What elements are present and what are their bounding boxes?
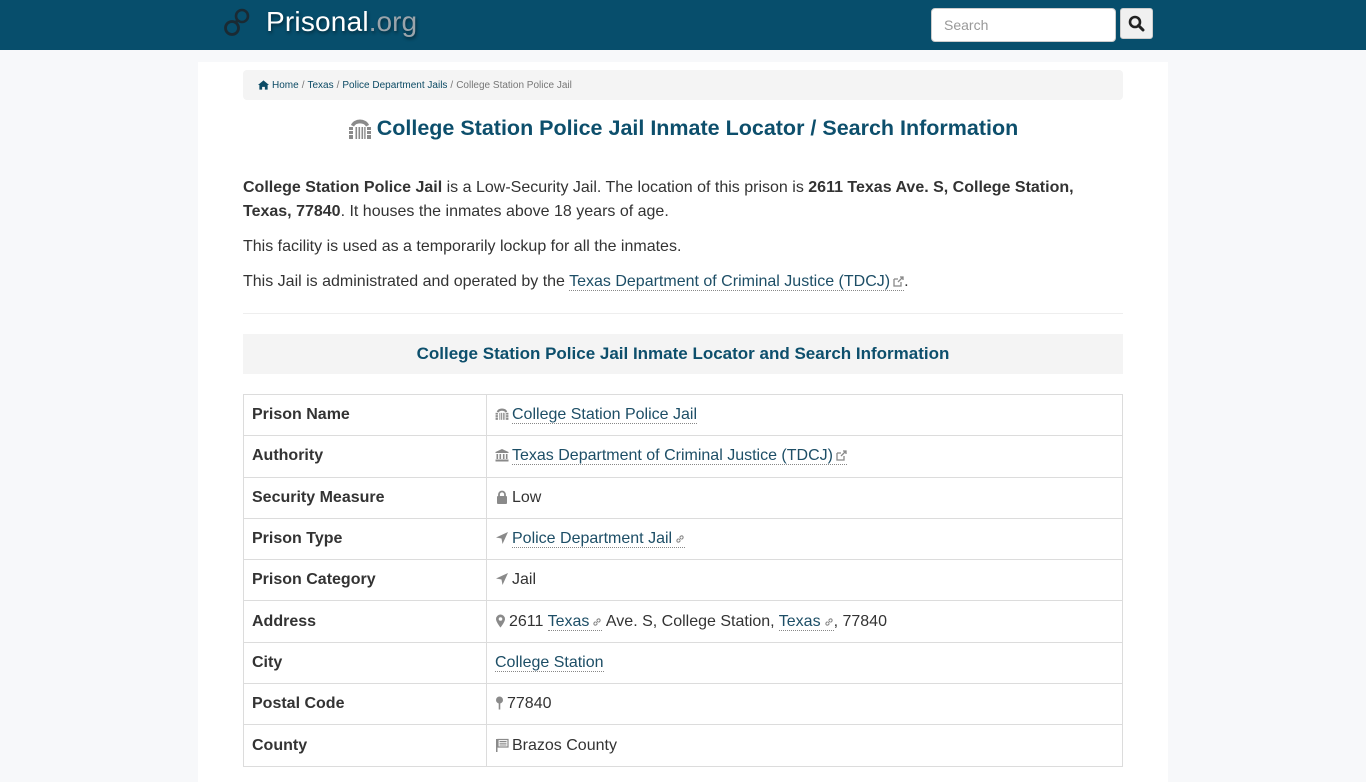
lock-icon (497, 490, 507, 504)
home-icon (258, 80, 269, 90)
county-value: Brazos County (512, 736, 617, 754)
row-label: Authority (243, 435, 487, 478)
intro-text: College Station Police Jail is a Low-Sec… (243, 176, 1123, 305)
table-row: City College Station (243, 641, 1123, 685)
prison-gate-icon (348, 119, 371, 139)
search-input[interactable] (931, 8, 1116, 42)
breadcrumb-separator: / (336, 79, 340, 91)
authority-link[interactable]: Texas Department of Criminal Justice (TD… (512, 447, 847, 466)
row-value: College Station Police Jail (486, 393, 1123, 437)
breadcrumb-home[interactable]: Home (272, 80, 299, 91)
prison-type-text: Police Department Jail (512, 530, 673, 548)
table-row: Address 2611 Texas Ave. S, College Stati… (243, 600, 1123, 643)
external-link-icon (893, 276, 904, 287)
link-icon (676, 535, 684, 543)
search-icon (1128, 15, 1145, 32)
row-label: Security Measure (243, 476, 487, 519)
address-zip: , 77840 (833, 612, 887, 630)
postal-code-value: 77840 (507, 695, 552, 713)
breadcrumb-current: College Station Police Jail (456, 79, 572, 91)
brand-tld: .org (368, 6, 418, 37)
search-button[interactable] (1120, 8, 1153, 39)
brand-name: Prisonal (266, 6, 369, 37)
breadcrumb: Home / Texas / Police Department Jails /… (243, 70, 1123, 100)
row-label: Prison Name (243, 393, 487, 437)
intro-paragraph-3: This Jail is administrated and operated … (243, 270, 1123, 294)
address-street-number: 2611 (509, 612, 548, 630)
tdcj-link[interactable]: Texas Department of Criminal Justice (TD… (569, 273, 905, 291)
link-icon (824, 617, 833, 626)
row-label: City (243, 641, 487, 685)
prison-gate-icon (495, 408, 509, 420)
intro-text-segment: . (904, 273, 909, 290)
row-value: Brazos County (486, 724, 1123, 767)
row-value: Texas Department of Criminal Justice (TD… (486, 435, 1123, 478)
row-label: Postal Code (243, 683, 487, 726)
map-marker-icon (496, 614, 505, 628)
address-texas-text: Texas (547, 612, 590, 630)
breadcrumb-separator: / (450, 79, 454, 91)
link-icon (593, 617, 602, 626)
external-link-icon (836, 450, 847, 462)
security-measure-value: Low (512, 488, 542, 506)
location-arrow-icon (496, 532, 508, 545)
row-value: Police Department Jail (486, 517, 1123, 561)
intro-text-segment: This Jail is administrated and operated … (243, 273, 570, 290)
row-label: Prison Type (243, 517, 487, 561)
row-label: Address (243, 600, 487, 643)
prison-info-table: Prison Name College Station Police Jail … (243, 393, 1123, 767)
breadcrumb-texas[interactable]: Texas (307, 80, 333, 91)
breadcrumb-separator: / (301, 79, 305, 91)
navbar: Prisonal .org (0, 0, 1366, 50)
row-value: 77840 (486, 683, 1123, 726)
institution-icon (495, 449, 509, 462)
prison-type-link[interactable]: Police Department Jail (512, 530, 686, 549)
address-state-text: Texas (778, 612, 821, 630)
intro-paragraph-1: College Station Police Jail is a Low-Sec… (243, 176, 1123, 224)
page-title: College Station Police Jail Inmate Locat… (243, 116, 1123, 141)
table-row: Authority Texas Department of Criminal J… (243, 435, 1123, 478)
divider (243, 313, 1123, 314)
prison-category-value: Jail (512, 571, 537, 589)
row-value: College Station (486, 641, 1123, 685)
section-heading: College Station Police Jail Inmate Locat… (243, 334, 1123, 374)
handcuffs-icon (224, 8, 250, 36)
address-texas-link[interactable]: Texas (547, 612, 603, 631)
breadcrumb-police-department-jails[interactable]: Police Department Jails (342, 80, 447, 91)
intro-text-segment: is a Low-Security Jail. The location of … (442, 179, 809, 196)
page-title-text: College Station Police Jail Inmate Locat… (376, 116, 1019, 140)
authority-link-text: Texas Department of Criminal Justice (TD… (512, 447, 833, 465)
row-value: Jail (486, 559, 1123, 602)
address-street-city: Ave. S, College Station, (602, 612, 779, 630)
row-value: Low (486, 476, 1123, 519)
row-value: 2611 Texas Ave. S, College Station, Texa… (486, 600, 1123, 643)
table-row: Postal Code 77840 (243, 683, 1123, 726)
prison-name-bold: College Station Police Jail (243, 179, 443, 196)
brand-logo-link[interactable]: Prisonal .org (221, 6, 417, 38)
table-row: County Brazos County (243, 724, 1123, 767)
intro-paragraph-2: This facility is used as a temporarily l… (243, 238, 682, 255)
city-link[interactable]: College Station (495, 653, 604, 672)
row-label: County (243, 724, 487, 767)
map-pin-icon (496, 696, 503, 710)
prison-name-link[interactable]: College Station Police Jail (512, 406, 697, 425)
table-row: Security Measure Low (243, 476, 1123, 519)
table-row: Prison Name College Station Police Jail (243, 393, 1123, 437)
tdcj-link-text: Texas Department of Criminal Justice (TD… (569, 273, 891, 290)
address-state-link[interactable]: Texas (778, 612, 834, 631)
table-row: Prison Type Police Department Jail (243, 517, 1123, 561)
intro-text-segment: . It houses the inmates above 18 years o… (340, 203, 669, 220)
table-row: Prison Category Jail (243, 559, 1123, 602)
flag-icon (496, 738, 509, 752)
row-label: Prison Category (243, 559, 487, 602)
location-arrow-icon (496, 573, 508, 586)
main-content: Home / Texas / Police Department Jails /… (198, 62, 1168, 782)
